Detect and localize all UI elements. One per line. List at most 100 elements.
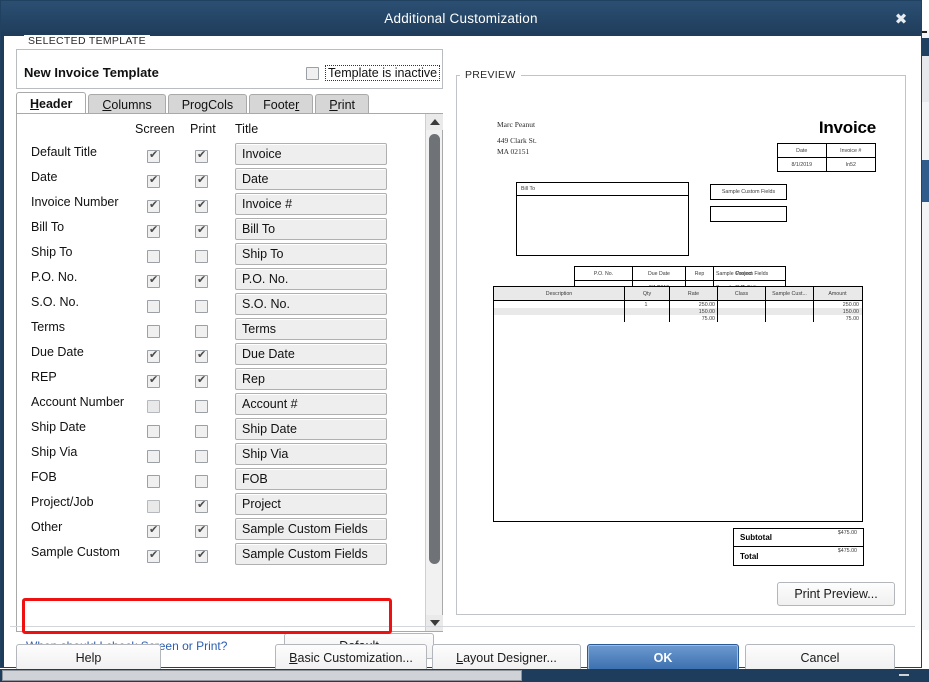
field-row-label: Terms <box>31 320 66 334</box>
help-button[interactable]: Help <box>16 644 161 671</box>
field-title-input[interactable]: Date <box>235 168 387 190</box>
from-street: 449 Clark St. <box>497 135 537 145</box>
field-row: Sample Custom Sample Custom Fields <box>17 542 424 567</box>
screen-checkbox[interactable] <box>147 325 160 338</box>
screen-checkbox[interactable] <box>147 523 160 538</box>
line-item-qty: 1 <box>625 301 670 308</box>
taskbar-minimize-icon[interactable] <box>899 674 909 676</box>
screen-checkbox[interactable] <box>147 373 160 388</box>
screen-checkbox[interactable] <box>147 348 160 363</box>
basic-customization-button[interactable]: Basic Customization... <box>275 644 427 671</box>
template-name: New Invoice Template <box>24 65 159 80</box>
tab-print[interactable]: Print <box>315 94 369 114</box>
scroll-up-arrow-icon[interactable] <box>426 114 443 130</box>
screen-checkbox[interactable] <box>147 148 160 163</box>
screen-checkbox[interactable] <box>147 500 160 513</box>
print-checkbox[interactable] <box>195 548 208 563</box>
invoice-number-value: In52 <box>845 161 856 168</box>
field-row-label: Due Date <box>31 345 84 359</box>
line-item-description <box>494 315 625 322</box>
print-checkbox[interactable] <box>195 300 208 313</box>
screen-checkbox[interactable] <box>147 250 160 263</box>
scroll-down-arrow-icon[interactable] <box>426 615 443 631</box>
field-list-column-headers: Screen Print Title <box>17 114 442 142</box>
print-checkbox[interactable] <box>195 523 208 538</box>
field-title-input[interactable]: Ship To <box>235 243 387 265</box>
field-row: Project/Job Project <box>17 492 424 517</box>
print-checkbox[interactable] <box>195 475 208 488</box>
due-date-header: Due Date <box>633 267 686 280</box>
print-checkbox[interactable] <box>195 173 208 188</box>
invoice-doc-title: Invoice <box>818 118 876 137</box>
print-checkbox[interactable] <box>195 148 208 163</box>
line-item-qty <box>625 315 670 322</box>
screen-checkbox[interactable] <box>147 198 160 213</box>
scrollbar-thumb[interactable] <box>429 134 440 564</box>
items-header-rate: Rate <box>670 287 718 300</box>
screen-checkbox[interactable] <box>147 425 160 438</box>
field-title-input[interactable]: Sample Custom Fields <box>235 543 387 565</box>
field-title-input[interactable]: FOB <box>235 468 387 490</box>
line-item-rate: 250.00 <box>670 301 718 308</box>
field-title-input[interactable]: Ship Via <box>235 443 387 465</box>
line-item-row: 150.00 150.00 <box>494 308 862 315</box>
screen-checkbox[interactable] <box>147 475 160 488</box>
print-checkbox[interactable] <box>195 325 208 338</box>
dialog-body: SELECTED TEMPLATE New Invoice Template T… <box>1 35 921 671</box>
field-rows: Default TitleInvoiceDateDateInvoice Numb… <box>17 142 424 631</box>
print-checkbox[interactable] <box>195 250 208 263</box>
field-title-input[interactable]: Ship Date <box>235 418 387 440</box>
taskbar <box>0 669 929 682</box>
close-icon[interactable]: ✖ <box>891 9 911 29</box>
print-checkbox[interactable] <box>195 273 208 288</box>
print-checkbox[interactable] <box>195 198 208 213</box>
tab-columns[interactable]: Columns <box>88 94 166 114</box>
custom-project-header: Sample Custom Fields Project <box>714 267 785 280</box>
template-inactive-checkbox[interactable] <box>306 66 319 80</box>
print-preview-button[interactable]: Print Preview... <box>777 582 895 606</box>
field-row-label: P.O. No. <box>31 270 78 284</box>
ok-button[interactable]: OK <box>587 644 739 671</box>
field-title-input[interactable]: Account # <box>235 393 387 415</box>
screen-checkbox[interactable] <box>147 300 160 313</box>
print-checkbox[interactable] <box>195 400 208 413</box>
tab-header[interactable]: Header <box>16 92 87 114</box>
taskbar-item[interactable] <box>2 670 522 681</box>
screen-checkbox[interactable] <box>147 548 160 563</box>
line-items-body: 1 250.00 250.00 150.00 150.00 75.00 75.00 <box>494 301 862 521</box>
print-checkbox[interactable] <box>195 450 208 463</box>
field-list-scrollbar[interactable] <box>425 114 443 631</box>
screen-checkbox[interactable] <box>147 273 160 288</box>
field-title-input[interactable]: Due Date <box>235 343 387 365</box>
field-title-input[interactable]: Rep <box>235 368 387 390</box>
preview-legend: PREVIEW <box>460 69 521 81</box>
field-title-input[interactable]: Project <box>235 493 387 515</box>
dialog-title: Additional Customization <box>384 11 538 26</box>
template-inactive-control[interactable]: Template is inactive <box>306 65 441 81</box>
line-item-class <box>718 301 766 308</box>
print-checkbox[interactable] <box>195 223 208 238</box>
layout-designer-button[interactable]: Layout Designer... <box>432 644 581 671</box>
field-title-input[interactable]: Bill To <box>235 218 387 240</box>
tab-footer[interactable]: Foote r <box>249 94 314 114</box>
field-title-input[interactable]: Invoice <box>235 143 387 165</box>
screen-checkbox[interactable] <box>147 173 160 188</box>
field-title-input[interactable]: Sample Custom Fields <box>235 518 387 540</box>
line-item-custom <box>766 308 814 315</box>
screen-checkbox[interactable] <box>147 223 160 238</box>
field-row-label: FOB <box>31 470 57 484</box>
field-title-input[interactable]: S.O. No. <box>235 293 387 315</box>
preview-panel: PREVIEW Marc Peanut 449 Clark St. MA 021… <box>456 41 911 621</box>
tab-prog-cols[interactable]: Pro g Cols <box>167 94 248 114</box>
print-checkbox[interactable] <box>195 498 208 513</box>
screen-checkbox[interactable] <box>147 400 160 413</box>
field-title-input[interactable]: P.O. No. <box>235 268 387 290</box>
field-title-input[interactable]: Invoice # <box>235 193 387 215</box>
print-checkbox[interactable] <box>195 373 208 388</box>
column-header-screen: Screen <box>135 122 175 136</box>
print-checkbox[interactable] <box>195 425 208 438</box>
field-title-input[interactable]: Terms <box>235 318 387 340</box>
cancel-button[interactable]: Cancel <box>745 644 895 671</box>
screen-checkbox[interactable] <box>147 450 160 463</box>
print-checkbox[interactable] <box>195 348 208 363</box>
